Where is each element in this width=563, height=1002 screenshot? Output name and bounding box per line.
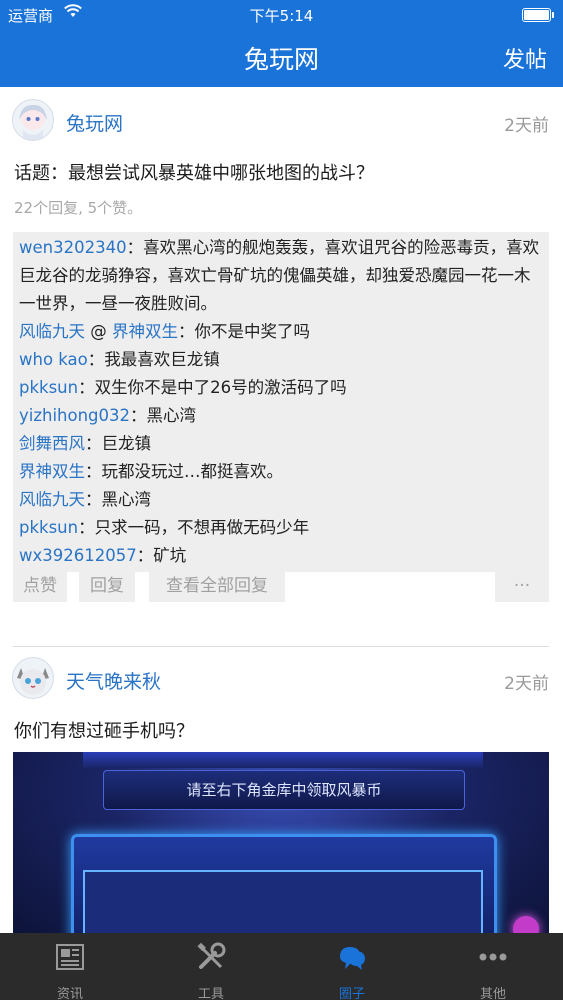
reply-user[interactable]: yizhihong032 bbox=[19, 406, 130, 425]
tab-tools[interactable]: 工具 bbox=[141, 933, 281, 1002]
reply-item[interactable]: wx392612057：矿坑 bbox=[13, 542, 549, 570]
post-stats: 22个回复, 5个赞。 bbox=[14, 199, 143, 217]
reply-text: ：黑心湾 bbox=[85, 490, 151, 509]
reply-text: ：我最喜欢巨龙镇 bbox=[87, 350, 220, 369]
post-divider bbox=[13, 646, 549, 647]
battery-icon bbox=[522, 8, 554, 22]
reply-item[interactable]: yizhihong032：黑心湾 bbox=[13, 402, 549, 430]
tab-news[interactable]: 资讯 bbox=[0, 933, 140, 1002]
reply-target-user[interactable]: 界神双生 bbox=[112, 322, 178, 341]
image-glow bbox=[83, 752, 483, 768]
reply-item[interactable]: 风临九天 @ 界神双生：你不是中奖了吗 bbox=[13, 318, 549, 346]
reply-text: ：矿坑 bbox=[136, 546, 187, 565]
post-author[interactable]: 兔玩网 bbox=[66, 109, 123, 136]
reply-user[interactable]: pkksun bbox=[19, 378, 78, 397]
post-actions: 点赞 回复 查看全部回复 ··· bbox=[13, 570, 549, 602]
reply-button[interactable]: 回复 bbox=[79, 570, 135, 602]
top-bar: 运营商 下午5:14 兔玩网 发帖 bbox=[0, 0, 563, 87]
post-time: 2天前 bbox=[504, 116, 549, 136]
image-banner: 请至右下角金库中领取风暴币 bbox=[103, 770, 465, 810]
reply-text: ：你不是中奖了吗 bbox=[178, 322, 310, 341]
reply-text: ：只求一码，不想再做无码少年 bbox=[78, 518, 310, 537]
reply-user[interactable]: wx392612057 bbox=[19, 546, 137, 565]
more-dots-icon bbox=[477, 941, 509, 973]
reply-user[interactable]: 界神双生 bbox=[19, 462, 85, 481]
reply-text: ：巨龙镇 bbox=[85, 434, 151, 453]
reply-list: wen3202340：喜欢黑心湾的舰炮轰轰，喜欢诅咒谷的险恶毒贡，喜欢巨龙谷的龙… bbox=[13, 232, 549, 572]
avatar[interactable] bbox=[12, 657, 54, 699]
tab-label: 其他 bbox=[479, 987, 506, 1002]
like-button[interactable]: 点赞 bbox=[13, 570, 67, 602]
tab-label: 资讯 bbox=[56, 987, 83, 1002]
reply-user[interactable]: wen3202340 bbox=[19, 238, 127, 257]
reply-text: ：玩都没玩过…都挺喜欢。 bbox=[85, 462, 283, 481]
post-image[interactable]: 请至右下角金库中领取风暴币 bbox=[13, 752, 549, 933]
clock: 下午5:14 bbox=[249, 7, 314, 25]
reply-item[interactable]: 风临九天：黑心湾 bbox=[13, 486, 549, 514]
more-options-button[interactable]: ··· bbox=[495, 570, 549, 602]
post-time: 2天前 bbox=[504, 674, 549, 694]
newspaper-icon bbox=[54, 941, 86, 973]
reply-mention: @ bbox=[85, 322, 112, 341]
reply-text: ：黑心湾 bbox=[130, 406, 197, 425]
tab-label: 工具 bbox=[197, 987, 224, 1002]
reply-text: ：双生你不是中了26号的激活码了吗 bbox=[78, 378, 347, 397]
feed[interactable]: 兔玩网 2天前 话题：最想尝试风暴英雄中哪张地图的战斗？ 22个回复, 5个赞。… bbox=[0, 87, 563, 933]
post-text: 话题：最想尝试风暴英雄中哪张地图的战斗？ bbox=[14, 163, 374, 184]
reply-item[interactable]: 界神双生：玩都没玩过…都挺喜欢。 bbox=[13, 458, 549, 486]
reply-user[interactable]: 风临九天 bbox=[19, 322, 85, 341]
tab-bar: 资讯 工具 圈子 其他 bbox=[0, 933, 563, 1002]
post-text: 你们有想过砸手机吗？ bbox=[14, 721, 194, 742]
tab-label: 圈子 bbox=[338, 987, 365, 1002]
chat-bubbles-icon bbox=[336, 941, 368, 973]
reply-user[interactable]: who kao bbox=[19, 350, 88, 369]
image-frame-inner bbox=[83, 870, 483, 933]
reply-user[interactable]: 风临九天 bbox=[19, 490, 85, 509]
tab-circles[interactable]: 圈子 bbox=[282, 933, 422, 1002]
reply-item[interactable]: pkksun：双生你不是中了26号的激活码了吗 bbox=[13, 374, 549, 402]
image-orb bbox=[513, 916, 539, 933]
new-post-button[interactable]: 发帖 bbox=[503, 42, 547, 74]
reply-item[interactable]: who kao：我最喜欢巨龙镇 bbox=[13, 346, 549, 374]
avatar[interactable] bbox=[12, 99, 54, 141]
view-all-replies-button[interactable]: 查看全部回复 bbox=[149, 570, 285, 602]
page-title: 兔玩网 bbox=[243, 45, 319, 74]
status-bar: 运营商 下午5:14 bbox=[0, 0, 563, 30]
reply-item[interactable]: 剑舞西风：巨龙镇 bbox=[13, 430, 549, 458]
reply-user[interactable]: 剑舞西风 bbox=[19, 434, 85, 453]
post-author[interactable]: 天气晚来秋 bbox=[66, 667, 161, 694]
reply-user[interactable]: pkksun bbox=[19, 518, 78, 537]
tools-icon bbox=[195, 941, 227, 973]
tab-other[interactable]: 其他 bbox=[423, 933, 563, 1002]
reply-item[interactable]: wen3202340：喜欢黑心湾的舰炮轰轰，喜欢诅咒谷的险恶毒贡，喜欢巨龙谷的龙… bbox=[13, 234, 549, 318]
reply-item[interactable]: pkksun：只求一码，不想再做无码少年 bbox=[13, 514, 549, 542]
